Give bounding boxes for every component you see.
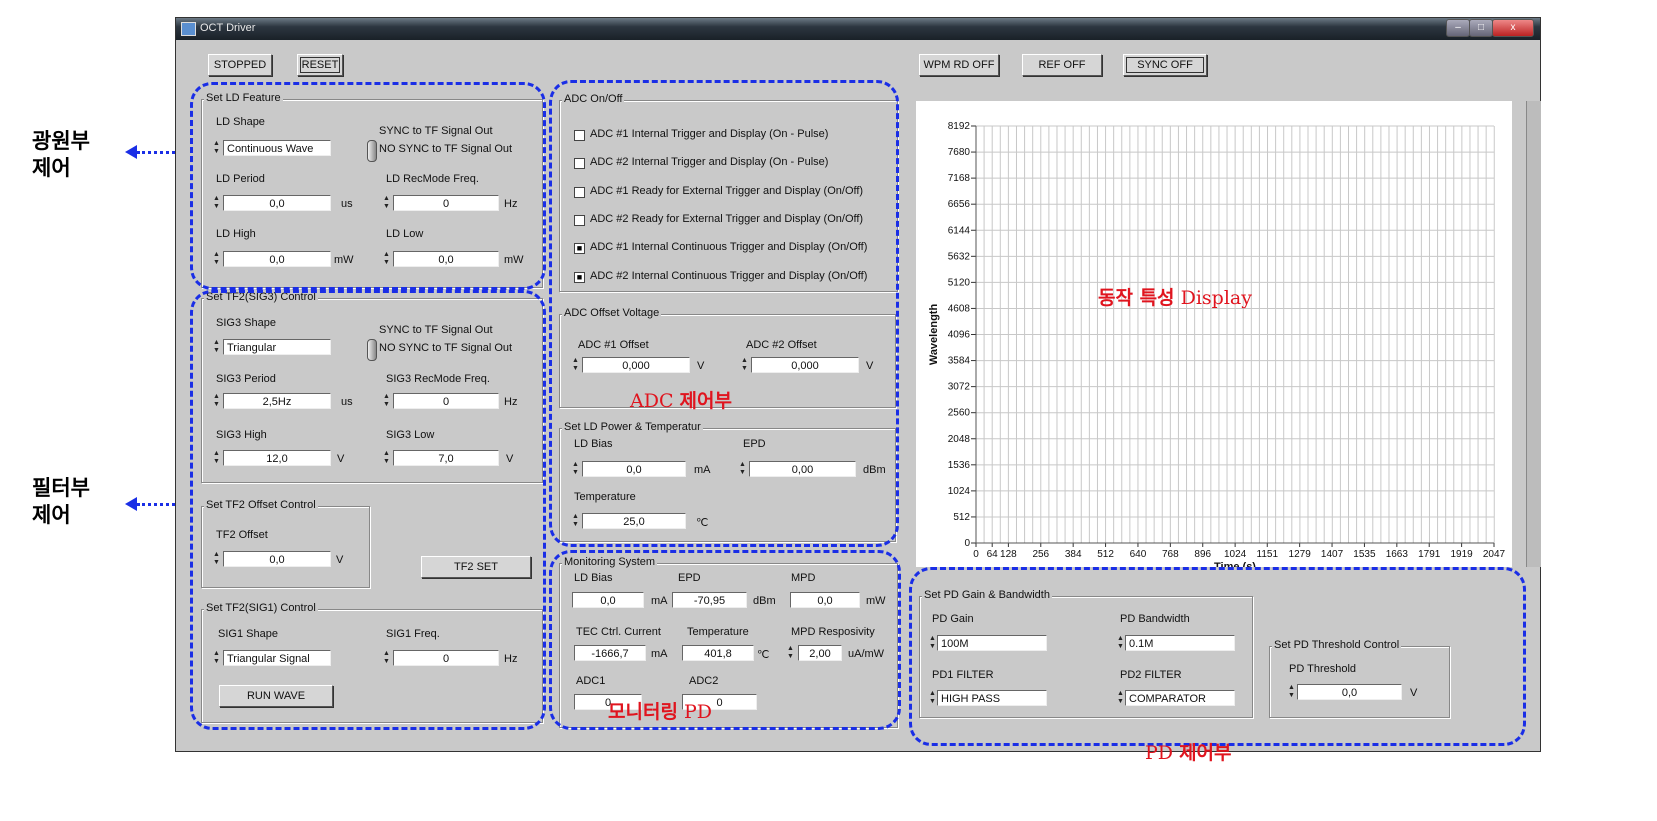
y-tick-label: 3072 xyxy=(948,382,971,393)
y-tick-label: 512 xyxy=(953,512,970,523)
annotation-text: PD xyxy=(1145,742,1174,764)
annotation-frame-light xyxy=(190,82,546,290)
x-tick-label: 1279 xyxy=(1289,549,1312,560)
y-tick-label: 1024 xyxy=(948,486,971,497)
x-tick-label: 1919 xyxy=(1450,549,1473,560)
x-tick-label: 128 xyxy=(1000,549,1017,560)
annotation-text: PD xyxy=(683,701,712,723)
x-tick-label: 768 xyxy=(1162,549,1179,560)
y-tick-label: 7680 xyxy=(948,147,971,158)
annotation-text: 제어부 xyxy=(679,390,732,412)
y-tick-label: 1536 xyxy=(948,460,971,471)
y-tick-label: 5632 xyxy=(948,251,971,262)
annotation-text: ADC xyxy=(630,390,674,412)
chart-svg: 0512102415362048256030723584409646085120… xyxy=(928,121,1506,573)
annotation-frame-filter xyxy=(190,290,546,730)
annotation-text: 제어 xyxy=(32,503,71,527)
x-tick-label: 640 xyxy=(1130,549,1147,560)
annotation-frame-adc xyxy=(549,80,899,547)
annotation-text: 제어부 xyxy=(1179,742,1232,764)
y-tick-label: 7168 xyxy=(948,173,971,184)
y-tick-label: 3584 xyxy=(948,356,971,367)
x-tick-label: 1663 xyxy=(1386,549,1409,560)
annotation-text: 필터부 xyxy=(32,476,90,500)
x-tick-label: 1151 xyxy=(1257,549,1279,560)
x-tick-label: 0 xyxy=(973,549,979,560)
y-tick-label: 8192 xyxy=(948,121,971,132)
title-bar: OCT Driver – □ x xyxy=(176,18,1540,40)
wpm-rd-off-button[interactable]: WPM RD OFF xyxy=(919,54,999,76)
y-tick-label: 2560 xyxy=(948,408,971,419)
display-chart: 0 512 1024 1536 2048 2560 3072 3584 4096 4608 5120… xyxy=(916,101,1512,573)
x-tick-label: 1791 xyxy=(1418,549,1441,560)
x-tick-label: 384 xyxy=(1065,549,1082,560)
close-button[interactable]: x xyxy=(1492,19,1534,37)
arrow-icon xyxy=(125,497,137,511)
annotation-frame-pd xyxy=(909,567,1526,746)
x-tick-label: 256 xyxy=(1032,549,1049,560)
stopped-button[interactable]: STOPPED xyxy=(208,54,272,76)
annotation-text: 동작 특성 xyxy=(1098,287,1175,309)
x-tick-label: 64 xyxy=(987,549,999,560)
annotation-text: 제어 xyxy=(32,156,71,180)
y-tick-label: 0 xyxy=(964,538,970,549)
annotation-text: 모니터링 xyxy=(608,701,678,723)
x-tick-label: 512 xyxy=(1097,549,1114,560)
maximize-button[interactable]: □ xyxy=(1469,19,1493,37)
sync-off-button[interactable]: SYNC OFF xyxy=(1123,54,1207,76)
annotation-display: 동작 특성 Display xyxy=(1098,283,1252,310)
y-tick-label: 6656 xyxy=(948,199,971,210)
scrollbar[interactable] xyxy=(1526,101,1541,567)
arrow-icon xyxy=(125,145,137,159)
y-tick-label: 4096 xyxy=(948,330,971,341)
y-tick-label: 5120 xyxy=(948,277,971,288)
annotation-pd: PD 제어부 xyxy=(1145,738,1232,765)
annotation-monitor: 모니터링 PD xyxy=(608,697,712,724)
y-tick-label: 4608 xyxy=(948,303,971,314)
x-tick-label: 1535 xyxy=(1353,549,1376,560)
minimize-button[interactable]: – xyxy=(1446,19,1470,37)
x-tick-label: 1024 xyxy=(1224,549,1247,560)
window-title: OCT Driver xyxy=(200,22,256,34)
app-icon xyxy=(181,22,196,36)
y-tick-label: 2048 xyxy=(948,434,971,445)
x-tick-label: 1407 xyxy=(1321,549,1344,560)
annotation-adc: ADC 제어부 xyxy=(630,386,732,413)
y-tick-label: 6144 xyxy=(948,225,971,236)
annotation-filter: 필터부제어 xyxy=(32,475,90,529)
annotation-frame-monitor xyxy=(549,550,901,730)
x-tick-label: 896 xyxy=(1194,549,1211,560)
y-axis-label: Wavelength xyxy=(928,304,940,366)
x-tick-label: 2047 xyxy=(1483,549,1506,560)
reset-button[interactable]: RESET xyxy=(297,54,343,76)
annotation-light-source: 광원부제어 xyxy=(32,128,90,182)
annotation-text: 광원부 xyxy=(32,129,90,153)
annotation-text: Display xyxy=(1180,287,1252,309)
ref-off-button[interactable]: REF OFF xyxy=(1022,54,1102,76)
